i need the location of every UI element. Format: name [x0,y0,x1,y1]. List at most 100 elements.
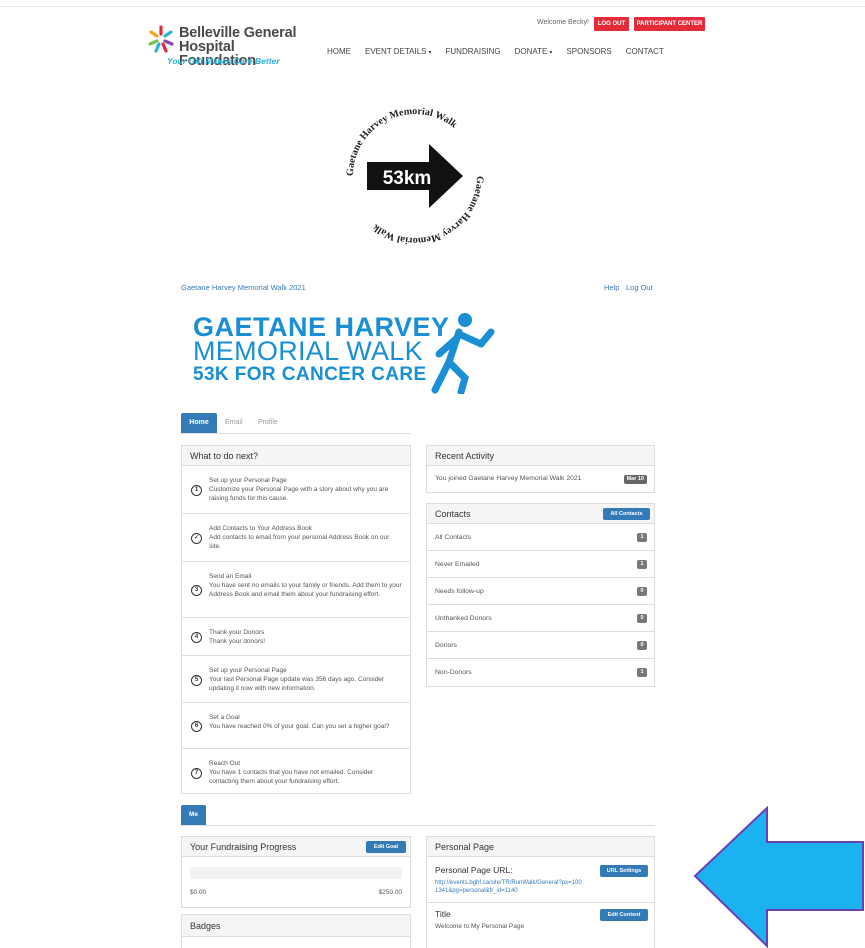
nav-donate-label: DONATE [514,47,548,56]
caret-down-icon: ▾ [549,50,553,56]
contacts-count-badge: 0 [637,641,647,650]
nav-contact[interactable]: CONTACT [626,47,664,56]
walk-badge: Gaetane Harvey Memorial Walk Gaetane Har… [345,106,485,246]
personal-page-panel: Personal Page Personal Page URL: URL Set… [426,836,655,948]
step-number-icon: 5 [191,674,202,686]
logo-star-icon [148,25,174,53]
contacts-row[interactable]: Donors 0 [427,632,654,659]
todo-panel: What to do next? 1 Set up your Personal P… [181,445,411,794]
nav-event-details[interactable]: EVENT DETAILS ▾ [365,47,432,56]
todo-item[interactable]: 1 Set up your Personal Page Customize your… [182,466,410,514]
nav-home[interactable]: HOME [327,47,351,56]
todo-text: Send an Email You have sent no emails to … [209,572,402,599]
edit-goal-button[interactable]: Edit Goal [366,841,406,853]
todo-item-title: Set up your Personal Page [209,667,287,674]
checkmark-circle-icon: ✓ [191,533,202,544]
todo-item[interactable]: 4 Thank your Donors Thank your donors! [182,618,410,656]
progress-bar [190,867,402,879]
todo-list: 1 Set up your Personal Page Customize your… [182,466,410,796]
contacts-count-badge: 0 [637,587,647,596]
step-number-icon: 7 [191,767,202,779]
contacts-row-label: Unthanked Donors [435,615,492,622]
url-settings-button[interactable]: URL Settings [600,865,648,877]
contacts-row-label: Donors [435,642,457,649]
me-tab-divider [181,825,655,826]
step-number-icon: 3 [191,585,202,596]
personal-title-value: Welcome to My Personal Page [435,923,525,930]
contacts-panel: Contacts All Contacts All Contacts 1 Never… [426,503,655,687]
todo-item-desc: Thank your donors! [209,638,266,645]
todo-item-title: Set up your Personal Page [209,477,287,484]
contacts-count-badge: 0 [637,614,647,623]
logo-line-1: Belleville General [179,25,297,41]
top-divider [0,6,865,7]
main-nav: HOME EVENT DETAILS ▾ FUNDRAISING DONATE ▾ … [327,47,678,56]
badges-title: Badges [182,915,410,937]
todo-item-title: Send an Email [209,573,252,580]
contacts-panel-header: Contacts All Contacts [427,504,654,524]
tab-email[interactable]: Email [225,419,243,426]
contacts-row[interactable]: All Contacts 1 [427,524,654,551]
badge-distance: 53km [383,168,432,189]
fundraising-progress-panel: Your Fundraising Progress Edit Goal $0.0… [181,836,411,908]
contacts-row-label: Non-Donors [435,669,472,676]
todo-item[interactable]: ✓ Add Contacts to Your Address Book Add co… [182,514,410,562]
todo-item[interactable]: 3 Send an Email You have sent no emails to… [182,562,410,618]
todo-item-desc: You have reached 0% of your goal. Can yo… [209,723,390,730]
foundation-logo[interactable]: Belleville General Hospital Foundation Y… [147,24,307,70]
walker-icon [431,313,495,394]
personal-title-section: Title Edit Content Welcome to My Persona… [427,903,654,937]
banner-line-3: 53K FOR CANCER CARE [193,364,427,385]
edit-content-button[interactable]: Edit Content [600,909,648,921]
contacts-row[interactable]: Needs follow-up 0 [427,578,654,605]
contacts-count-badge: 1 [637,533,647,542]
todo-item-desc: You have 1 contacts that you have not em… [209,769,374,785]
todo-panel-title: What to do next? [182,446,410,466]
todo-item[interactable]: 5 Set up your Personal Page Your last Pers… [182,656,410,703]
all-contacts-button[interactable]: All Contacts [603,508,650,520]
todo-item[interactable]: 6 Set a Goal You have reached 0% of your g… [182,703,410,749]
todo-text: Set a Goal You have reached 0% of your go… [209,713,402,731]
activity-text: You joined Gaetane Harvey Memorial Walk … [435,475,582,482]
logout-button[interactable]: LOG OUT [594,17,629,31]
todo-item-desc: Your last Personal Page update was 356 d… [209,676,385,692]
todo-item-desc: Customize your Personal Page with a stor… [209,486,389,502]
todo-text: Set up your Personal Page Your last Perso… [209,666,402,693]
todo-text: Set up your Personal Page Customize your … [209,476,402,503]
contacts-row-label: All Contacts [435,534,472,541]
logout-link[interactable]: Log Out [626,283,653,292]
logo-tagline: Your Gift Makes Care Better [167,56,280,66]
banner-line-2: MEMORIAL WALK [193,336,423,366]
help-link[interactable]: Help [604,283,619,292]
contacts-title: Contacts [435,509,471,519]
contacts-row[interactable]: Non-Donors 1 [427,659,654,686]
todo-text: Thank your Donors Thank your donors! [209,628,402,646]
welcome-text: Welcome Becky! [537,19,589,26]
contacts-count-badge: 1 [637,560,647,569]
nav-fundraising[interactable]: FUNDRAISING [446,47,501,56]
highlight-arrow-left-icon [693,806,864,948]
personal-url-link[interactable]: http://events.bghf.ca/site/TR/RunWalk/Ge… [435,879,585,895]
contacts-row[interactable]: Unthanked Donors 0 [427,605,654,632]
activity-date-badge: Mar 10 [623,475,647,484]
nav-event-details-label: EVENT DETAILS [365,47,427,56]
participant-center-button[interactable]: PARTICIPANT CENTER [634,17,705,31]
tab-me[interactable]: Me [181,805,206,825]
fundraising-progress-header: Your Fundraising Progress Edit Goal [182,837,410,857]
personal-page-title: Personal Page [427,837,654,857]
todo-item[interactable]: 7 Reach Out You have 1 contacts that you h… [182,749,410,796]
tab-profile[interactable]: Profile [258,419,278,426]
nav-donate[interactable]: DONATE ▾ [515,47,553,56]
tab-divider [181,433,411,434]
todo-text: Reach Out You have 1 contacts that you ha… [209,759,402,786]
nav-sponsors[interactable]: SPONSORS [566,47,611,56]
contacts-row[interactable]: Never Emailed 1 [427,551,654,578]
step-number-icon: 6 [191,721,202,732]
step-number-icon: 4 [191,632,202,643]
personal-url-label: Personal Page URL: [435,865,513,875]
todo-item-title: Set a Goal [209,714,240,721]
todo-item-title: Add Contacts to Your Address Book [209,525,312,532]
tab-home[interactable]: Home [181,413,217,433]
event-name[interactable]: Gaetane Harvey Memorial Walk 2021 [181,283,306,292]
contacts-row-label: Never Emailed [435,561,480,568]
